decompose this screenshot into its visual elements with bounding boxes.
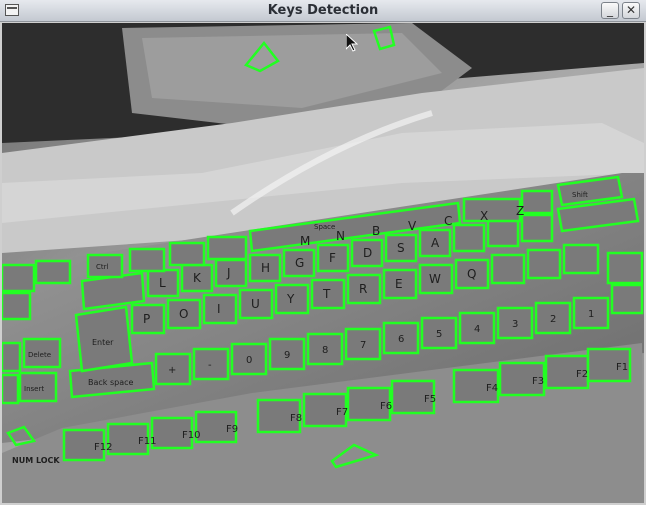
key-label: Space [314,223,335,231]
key-label: F11 [138,436,156,447]
key-label: Q [467,267,476,281]
key-box [462,197,522,223]
key-label: N [336,229,345,243]
key-box [214,258,248,288]
keys-detection-image: F12 F11 F10 F9 F8 F7 F6 F5 F4 F3 F2 F1 B… [2,23,644,503]
key-label: Shift [572,191,588,199]
key-label: 4 [474,324,480,335]
key-box [2,291,32,321]
key-label: A [431,236,440,250]
key-box [206,235,248,261]
key-label: 5 [436,329,442,340]
key-label: Z [516,204,524,218]
key-box [520,213,554,243]
key-label: S [397,241,405,255]
key-label: V [408,219,417,233]
app-window: Keys Detection _ ✕ F12 F11 F10 F9 F8 F7 … [0,0,646,505]
key-label: I [217,302,221,316]
num-lock-label: NUM LOCK [12,456,60,465]
key-box [34,259,72,285]
key-label: F10 [182,430,200,441]
key-label: 6 [398,334,404,345]
key-label: 0 [246,355,252,366]
key-box [490,253,526,285]
key-label: J [226,266,231,280]
key-label: Back space [88,378,134,387]
key-label: E [395,277,403,291]
key-label: 9 [284,350,290,361]
key-box [520,189,554,215]
key-label: 2 [550,314,556,325]
key-label: F [329,251,336,265]
key-box [2,341,22,373]
key-label: R [359,282,367,296]
key-label: Enter [92,338,114,347]
key-label: X [480,209,488,223]
key-label: M [300,234,310,248]
key-label: Y [286,292,295,306]
key-label: T [322,287,331,301]
close-button[interactable]: ✕ [622,2,640,19]
key-label: D [363,246,372,260]
key-box [452,223,486,253]
key-label: F6 [380,401,392,412]
key-label: F1 [616,362,628,373]
key-box [610,283,644,315]
key-label: 1 [588,309,594,320]
key-label: K [193,271,202,285]
key-label: + [168,365,176,376]
window-title: Keys Detection [267,3,379,18]
close-icon: ✕ [625,3,637,17]
key-label: F4 [486,383,498,394]
key-box [168,241,206,267]
title-bar[interactable]: Keys Detection _ ✕ [0,0,646,22]
key-label: 3 [512,319,518,330]
key-label: 7 [360,340,366,351]
key-label: F2 [576,369,588,380]
key-box [486,218,520,248]
key-label: F12 [94,442,112,453]
key-label: Delete [28,351,51,359]
key-label: L [159,276,166,290]
key-label: Insert [24,385,44,393]
key-label: F8 [290,413,302,424]
key-label: U [251,297,260,311]
key-box [2,263,36,293]
key-label: - [208,360,212,371]
key-label: F7 [336,407,348,418]
key-label: 8 [322,345,328,356]
key-label: F5 [424,394,436,405]
key-label: C [444,214,452,228]
key-box [606,251,644,285]
minimize-icon: _ [607,3,613,17]
key-label: P [143,312,150,326]
camera-frame: F12 F11 F10 F9 F8 F7 F6 F5 F4 F3 F2 F1 B… [2,23,644,503]
key-label: F3 [532,376,544,387]
key-box [562,243,600,275]
key-label: W [429,272,441,286]
key-box [526,248,562,280]
key-label: O [179,307,188,321]
key-label: B [372,224,380,238]
key-box [128,247,166,273]
key-label: G [295,256,304,270]
key-label: H [261,261,270,275]
key-label: Ctrl [96,263,109,271]
key-label: F9 [226,424,238,435]
mouse-cursor-icon [346,34,358,52]
minimize-button[interactable]: _ [601,2,619,19]
key-box [2,373,20,405]
